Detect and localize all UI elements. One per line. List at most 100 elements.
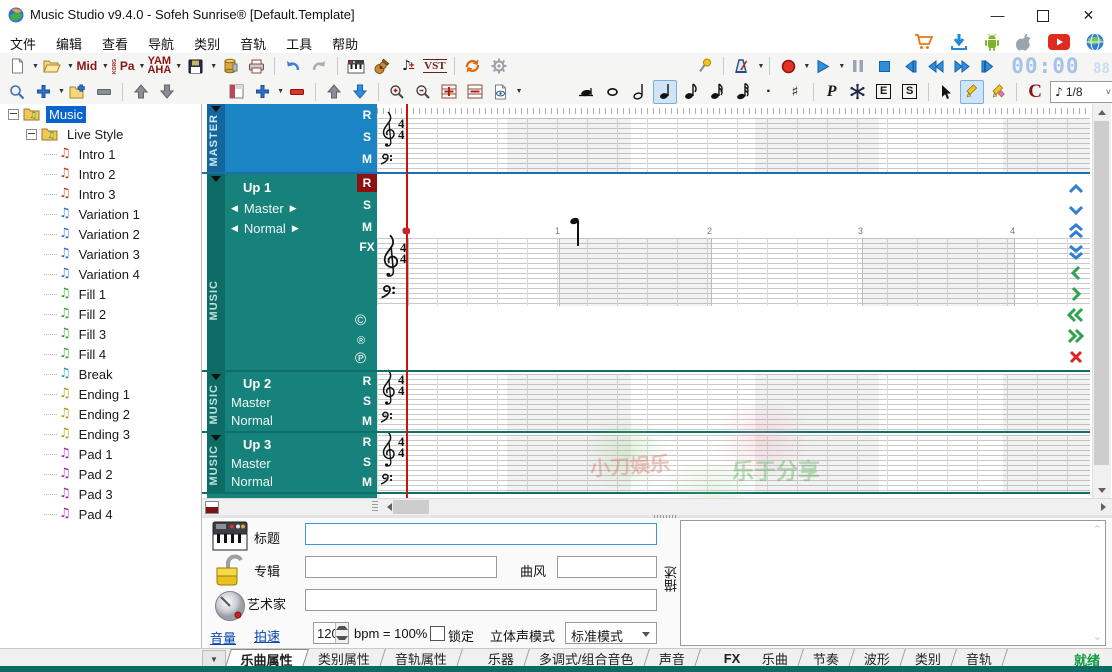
tree-item-intro-2[interactable]: ♫Intro 2: [0, 164, 201, 184]
note-eighth-button[interactable]: [679, 80, 703, 104]
snap-caret[interactable]: ˅: [1106, 87, 1111, 97]
nav-left-button[interactable]: [1064, 262, 1088, 283]
up2-mute-button[interactable]: M: [357, 412, 377, 430]
up1-source-selector[interactable]: ◀Master▶: [231, 201, 323, 216]
up1-record-button[interactable]: R: [357, 174, 377, 192]
track-list-icon[interactable]: [205, 501, 219, 514]
view-options-caret[interactable]: ▼: [516, 88, 523, 95]
up2-mode-selector[interactable]: Normal: [231, 413, 273, 428]
album-input[interactable]: [305, 556, 497, 578]
tree-item-ending-1[interactable]: ♫Ending 1: [0, 384, 201, 404]
open-file-button[interactable]: [40, 54, 64, 78]
fast-forward-button[interactable]: [950, 54, 974, 78]
play-button[interactable]: [811, 54, 835, 78]
note-thirtysecond-button[interactable]: [731, 80, 755, 104]
up3-mode-selector[interactable]: Normal: [231, 474, 273, 489]
event-e-button[interactable]: E: [872, 80, 896, 104]
tree-item-variation-3[interactable]: ♫Variation 3: [0, 244, 201, 264]
tempo-link[interactable]: 拍速: [254, 626, 280, 645]
tab-音轨[interactable]: 音轨: [951, 649, 1008, 667]
move-track-down-button[interactable]: [348, 80, 372, 104]
tab-声音[interactable]: 声音: [644, 649, 701, 667]
tree-item-intro-3[interactable]: ♫Intro 3: [0, 184, 201, 204]
step-forward-button[interactable]: [976, 54, 1000, 78]
close-button[interactable]: ✕: [1066, 0, 1111, 30]
view-options-button[interactable]: [489, 80, 513, 104]
find-button[interactable]: [5, 80, 29, 104]
tab-音轨属性[interactable]: 音轨属性: [380, 649, 463, 667]
piano-keyboard-button[interactable]: [344, 54, 368, 78]
collapse-up3-icon[interactable]: [211, 435, 221, 441]
description-textarea[interactable]: ⌃⌄: [680, 520, 1106, 646]
tree-expander-icon[interactable]: [8, 109, 19, 120]
paste-category-button[interactable]: [66, 80, 90, 104]
import-yamaha-caret[interactable]: ▼: [175, 63, 182, 70]
tree-item-fill-4[interactable]: ♫Fill 4: [0, 344, 201, 364]
tree-item-variation-1[interactable]: ♫Variation 1: [0, 204, 201, 224]
nav-page-down-button[interactable]: [1064, 241, 1088, 262]
pause-button[interactable]: [846, 54, 870, 78]
collapse-master-icon[interactable]: [211, 106, 221, 112]
volume-link[interactable]: 音量: [210, 628, 236, 647]
record-caret[interactable]: ▼: [803, 63, 810, 70]
tree-item-break[interactable]: ♫Break: [0, 364, 201, 384]
open-file-caret[interactable]: ▼: [67, 63, 74, 70]
score-up1[interactable]: [377, 238, 1090, 306]
genre-input[interactable]: [557, 556, 657, 578]
nav-page-right-button[interactable]: [1064, 325, 1088, 346]
eraser-tool-button[interactable]: [986, 80, 1010, 104]
volume-knob-icon[interactable]: [214, 590, 248, 624]
snap-magnet-button[interactable]: C: [1023, 80, 1047, 104]
stop-button[interactable]: [872, 54, 896, 78]
tab-节奏[interactable]: 节奏: [798, 649, 855, 667]
playback-cursor[interactable]: [406, 104, 408, 498]
undo-button[interactable]: [281, 54, 305, 78]
up2-record-button[interactable]: R: [357, 372, 377, 390]
tree-item-variation-4[interactable]: ♫Variation 4: [0, 264, 201, 284]
tree-item-music[interactable]: ♫Music: [0, 104, 201, 124]
apple-icon[interactable]: [1016, 33, 1032, 51]
tab-类别属性[interactable]: 类别属性: [303, 649, 386, 667]
phonogram-badge[interactable]: ℗: [355, 350, 366, 367]
download-icon[interactable]: [950, 33, 968, 51]
tree-item-fill-1[interactable]: ♫Fill 1: [0, 284, 201, 304]
globe-icon[interactable]: [1086, 33, 1104, 51]
android-icon[interactable]: [984, 33, 1000, 51]
remove-category-button[interactable]: [92, 80, 116, 104]
tree-item-ending-3[interactable]: ♫Ending 3: [0, 424, 201, 444]
tree-item-ending-2[interactable]: ♫Ending 2: [0, 404, 201, 424]
tree-item-pad-3[interactable]: ♫Pad 3: [0, 484, 201, 504]
stereo-mode-select[interactable]: 标准模式: [565, 622, 657, 644]
track-header-up3[interactable]: MUSIC Up 3 Master Normal R S M: [207, 433, 377, 492]
new-file-caret[interactable]: ▼: [32, 63, 39, 70]
master-record-button[interactable]: R: [357, 106, 377, 124]
import-midi-caret[interactable]: ▼: [102, 63, 109, 70]
redo-button[interactable]: [307, 54, 331, 78]
nav-page-left-button[interactable]: [1064, 304, 1088, 325]
import-korg-button[interactable]: KORG Pa: [110, 54, 136, 78]
tab-乐曲属性[interactable]: 乐曲属性: [225, 649, 309, 667]
import-yamaha-button[interactable]: YAMAHA: [146, 54, 172, 78]
print-button[interactable]: [244, 54, 268, 78]
up1-mode-selector[interactable]: ◀Normal▶: [231, 221, 325, 236]
tab-多调式-组合音色[interactable]: 多调式/组合音色: [524, 649, 649, 667]
select-cursor-button[interactable]: [934, 80, 958, 104]
dot-button[interactable]: ·: [757, 80, 781, 104]
note-event[interactable]: [570, 218, 582, 246]
zoom-out-button[interactable]: [411, 80, 435, 104]
metronome-button[interactable]: [730, 54, 754, 78]
tree-item-fill-2[interactable]: ♫Fill 2: [0, 304, 201, 324]
note-sixteenth-button[interactable]: [705, 80, 729, 104]
vertical-scroll-thumb[interactable]: [1094, 121, 1109, 465]
play-caret[interactable]: ▼: [838, 63, 845, 70]
transpose-note-button[interactable]: ♪±: [396, 54, 420, 78]
note-breve-button[interactable]: [575, 80, 599, 104]
score-master[interactable]: [377, 118, 1090, 174]
tree-item-variation-2[interactable]: ♫Variation 2: [0, 224, 201, 244]
nav-down-button[interactable]: [1064, 199, 1088, 220]
copyright-badge[interactable]: ©: [355, 312, 366, 329]
up1-fx-button[interactable]: FX: [357, 238, 377, 256]
track-header-master[interactable]: MASTER R S M: [207, 104, 377, 172]
nav-close-button[interactable]: [1064, 346, 1088, 367]
up1-solo-button[interactable]: S: [357, 196, 377, 214]
